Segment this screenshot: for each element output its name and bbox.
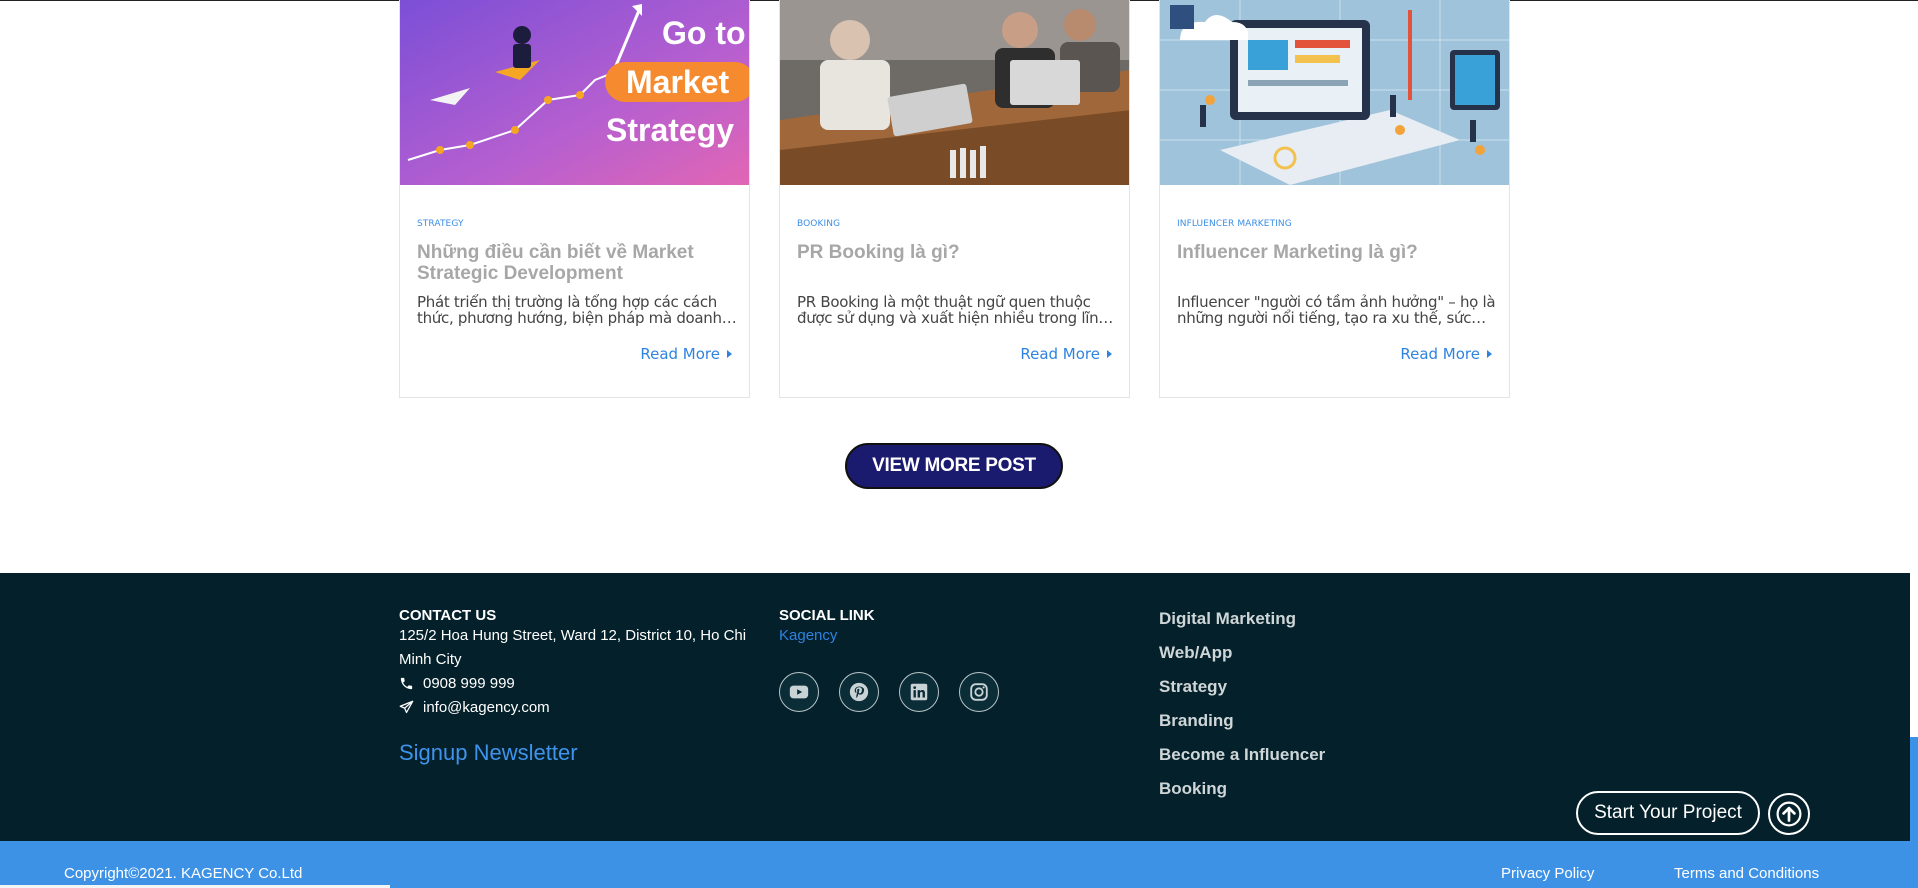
instagram-button[interactable] [959,672,999,712]
post-title[interactable]: Influencer Marketing là gì? [1177,242,1497,263]
start-your-project-button[interactable]: Start Your Project [1576,791,1760,835]
read-more-label: Read More [640,345,720,363]
post-title[interactable]: Những điều cần biết về Market Strategic … [417,242,737,284]
social-heading: SOCIAL LINK [779,607,875,624]
contact-phone-text: 0908 999 999 [423,675,515,692]
post-excerpt: PR Booking là một thuật ngữ quen thuộc đ… [797,294,1108,326]
caret-right-icon [1107,350,1112,358]
arrow-up-icon [1776,801,1802,827]
post-card[interactable]: Go to Market Strategy STRATEGY Những điề… [399,0,750,398]
post-card[interactable]: BOOKING PR Booking là gì? PR Booking là … [779,0,1130,398]
post-thumbnail[interactable]: Go to Market Strategy [400,0,749,185]
privacy-policy-link[interactable]: Privacy Policy [1501,865,1594,882]
footer-link-digital-marketing[interactable]: Digital Marketing [1159,608,1325,642]
footer-link-become-influencer[interactable]: Become a Influencer [1159,744,1325,778]
read-more-label: Read More [1400,345,1480,363]
youtube-icon [789,685,809,699]
view-more-post-button[interactable]: VIEW MORE POST [845,443,1063,489]
post-excerpt: Phát triển thị trường là tổng hợp các cá… [417,294,722,326]
post-thumbnail[interactable] [780,0,1129,185]
social-icons [779,672,999,712]
pinterest-icon [849,682,869,702]
signup-newsletter-link[interactable]: Signup Newsletter [399,740,578,766]
contact-address: 125/2 Hoa Hung Street, Ward 12, District… [399,627,747,668]
footer-link-branding[interactable]: Branding [1159,710,1325,744]
caret-right-icon [1487,350,1492,358]
youtube-button[interactable] [779,672,819,712]
scrollbar[interactable] [1910,573,1918,888]
read-more-link[interactable]: Read More [1400,345,1492,363]
social-brand-link[interactable]: Kagency [779,627,837,644]
post-title[interactable]: PR Booking là gì? [797,242,1117,263]
contact-email[interactable]: info@kagency.com [399,699,550,716]
copyright-text: Copyright©2021. KAGENCY Co.Ltd [64,865,303,882]
back-to-top-button[interactable] [1768,793,1810,835]
footer-link-web-app[interactable]: Web/App [1159,642,1325,676]
bottom-bar: Copyright©2021. KAGENCY Co.Ltd Privacy P… [0,841,1910,888]
footer-link-strategy[interactable]: Strategy [1159,676,1325,710]
thumb-text-2: Market [626,64,730,100]
terms-link[interactable]: Terms and Conditions [1674,865,1819,882]
post-category[interactable]: INFLUENCER MARKETING [1177,219,1292,229]
footer-service-links: Digital Marketing Web/App Strategy Brand… [1159,608,1325,812]
footer-link-booking[interactable]: Booking [1159,778,1325,812]
post-thumbnail[interactable] [1160,0,1509,185]
contact-email-text: info@kagency.com [423,699,550,716]
read-more-link[interactable]: Read More [1020,345,1112,363]
linkedin-button[interactable] [899,672,939,712]
read-more-link[interactable]: Read More [640,345,732,363]
post-card[interactable]: INFLUENCER MARKETING Influencer Marketin… [1159,0,1510,398]
phone-icon [400,677,413,690]
contact-phone[interactable]: 0908 999 999 [399,675,515,692]
thumb-text-3: Strategy [606,112,734,148]
paper-plane-icon [399,700,414,714]
post-category[interactable]: STRATEGY [417,219,464,229]
read-more-label: Read More [1020,345,1100,363]
post-category[interactable]: BOOKING [797,219,840,229]
contact-heading: CONTACT US [399,607,497,624]
thumb-text-1: Go to [662,15,746,51]
scrollbar-thumb[interactable] [1910,737,1918,888]
pinterest-button[interactable] [839,672,879,712]
linkedin-icon [910,683,928,701]
instagram-icon [970,683,988,701]
post-excerpt: Influencer "người có tầm ảnh hưởng" – họ… [1177,294,1496,326]
caret-right-icon [727,350,732,358]
